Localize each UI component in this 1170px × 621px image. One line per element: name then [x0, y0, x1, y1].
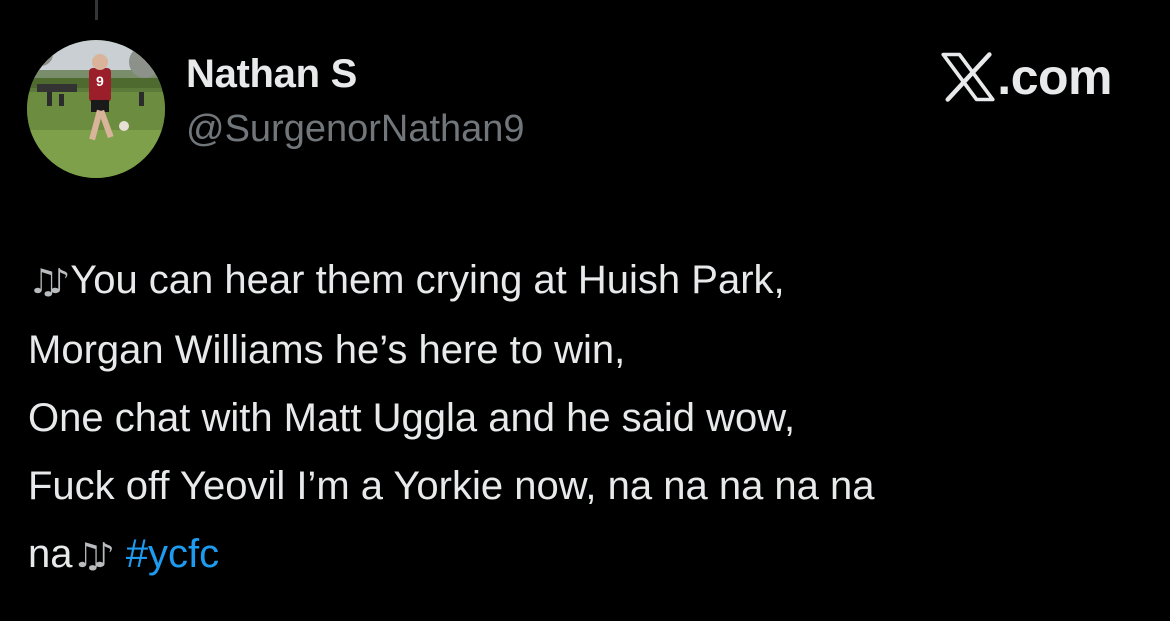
- tweet-text: ♫♪ You can hear them crying at Huish Park…: [28, 246, 1148, 590]
- x-logo-icon: [941, 52, 995, 102]
- avatar-jersey-number: 9: [96, 73, 104, 89]
- music-notes-icon: ♫♪: [72, 536, 115, 576]
- tweet-line-5: na♫♪ #ycfc: [28, 520, 1148, 590]
- avatar[interactable]: 9: [27, 40, 165, 178]
- hashtag-link[interactable]: #ycfc: [126, 532, 219, 576]
- tweet-line-1-text: You can hear them crying at Huish Park,: [70, 258, 785, 302]
- brand-watermark: .com: [941, 48, 1112, 106]
- tweet-line-1: ♫♪ You can hear them crying at Huish Park…: [28, 246, 1148, 316]
- author-display-name[interactable]: Nathan S: [186, 52, 357, 97]
- tweet-line-5-text: na: [28, 532, 73, 576]
- thread-connector-line: [95, 0, 98, 20]
- author-handle[interactable]: @SurgenorNathan9: [186, 108, 525, 151]
- tweet-line-4: Fuck off Yeovil I’m a Yorkie now, na na …: [28, 464, 875, 508]
- brand-domain-label: .com: [997, 49, 1112, 105]
- avatar-photo: 9: [27, 40, 165, 178]
- tweet-line-3: One chat with Matt Uggla and he said wow…: [28, 396, 796, 440]
- tweet-line-2: Morgan Williams he’s here to win,: [28, 328, 626, 372]
- music-notes-icon: ♫♪: [28, 262, 70, 302]
